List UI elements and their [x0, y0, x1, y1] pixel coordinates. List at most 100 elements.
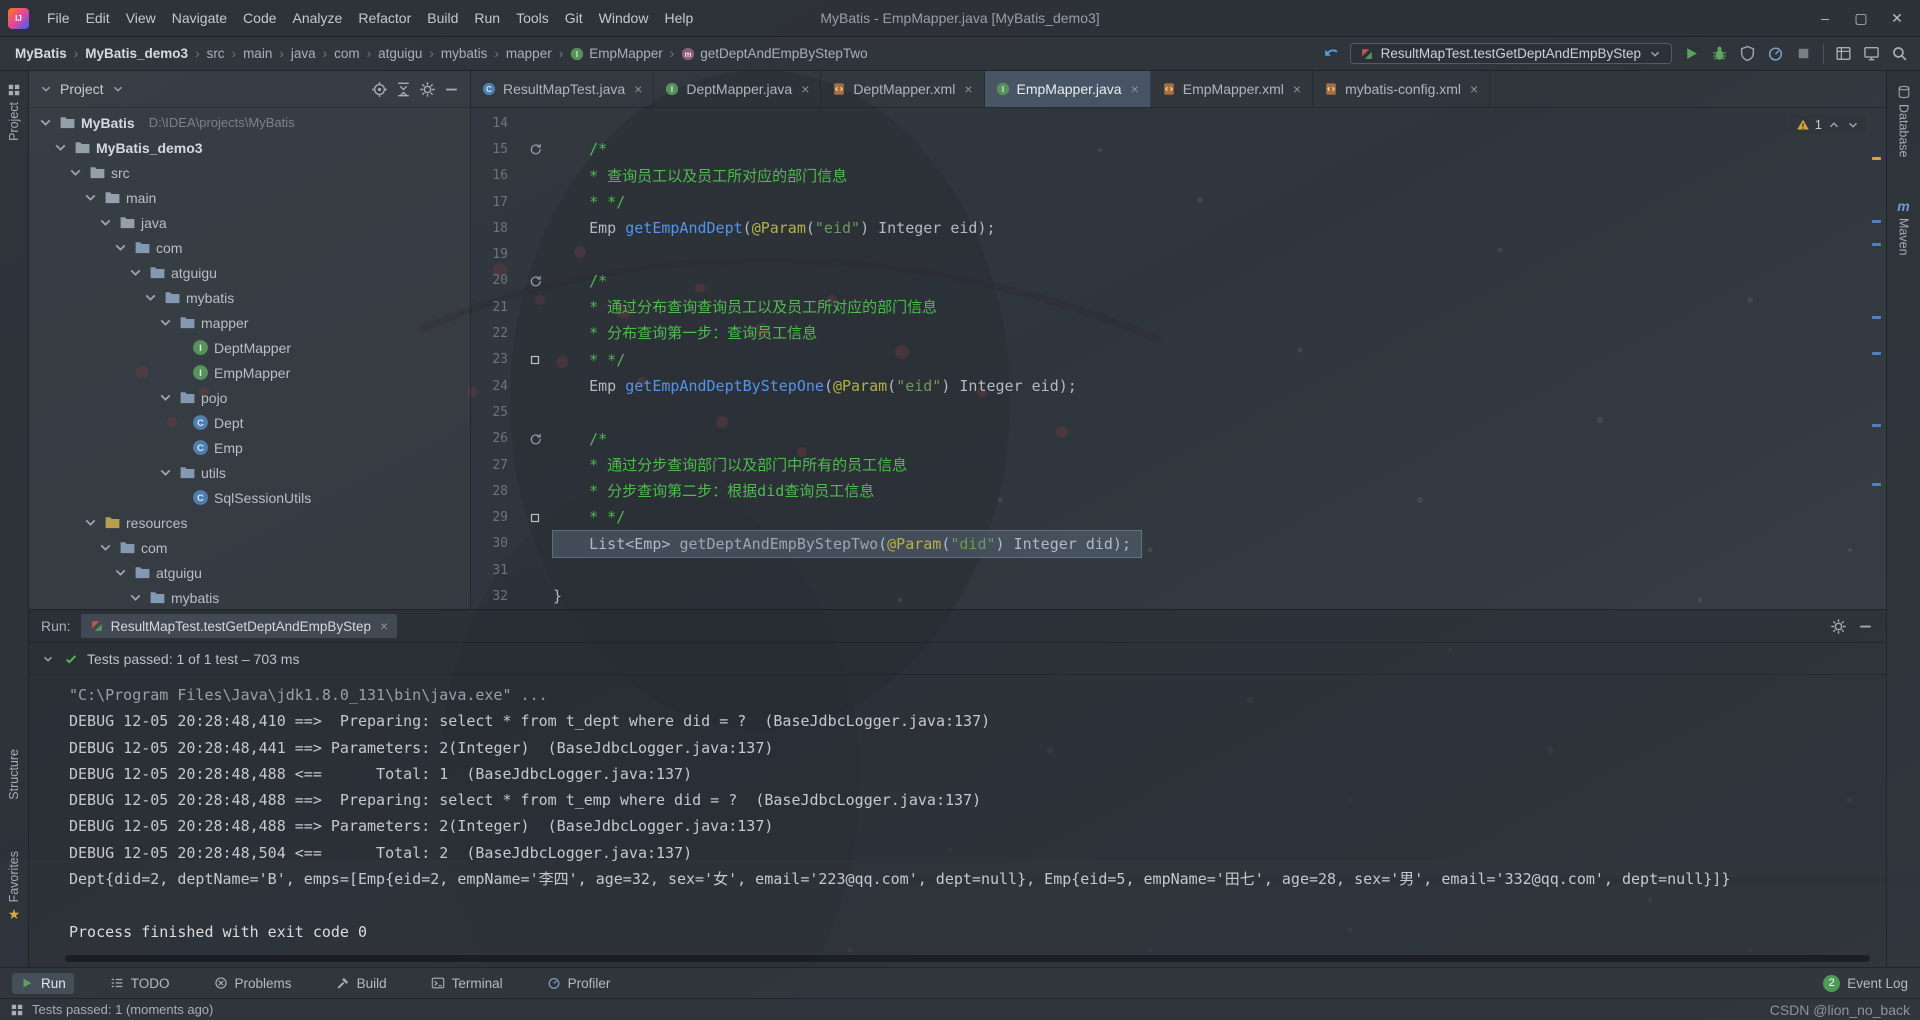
tab-EmpMapper.java[interactable]: IEmpMapper.java×: [985, 71, 1151, 107]
code-line-19[interactable]: 19: [471, 241, 1886, 267]
breadcrumb-item[interactable]: MyBatis_demo3: [82, 44, 191, 63]
code-line-21[interactable]: 21 * 通过分布查询查询员工以及员工所对应的部门信息: [471, 294, 1886, 320]
code-line-27[interactable]: 27 * 通过分步查询部门以及部门中所有的员工信息: [471, 452, 1886, 478]
debug-button[interactable]: [1711, 45, 1728, 62]
toolwindow-terminal[interactable]: Terminal: [423, 973, 511, 994]
tree-item-pojo[interactable]: pojo: [29, 385, 470, 410]
status-message[interactable]: Tests passed: 1 (moments ago): [32, 1002, 213, 1017]
run-tab[interactable]: ResultMapTest.testGetDeptAndEmpByStep ×: [81, 614, 398, 638]
close-icon[interactable]: ×: [1131, 81, 1139, 97]
breadcrumb-item[interactable]: com: [331, 44, 363, 63]
menu-refactor[interactable]: Refactor: [350, 6, 419, 30]
tree-item-resources[interactable]: resources: [29, 510, 470, 535]
run-button[interactable]: [1683, 45, 1700, 62]
code-line-25[interactable]: 25: [471, 399, 1886, 425]
inspection-widget[interactable]: 1: [1790, 115, 1866, 134]
menu-file[interactable]: File: [39, 6, 78, 30]
event-log[interactable]: 2Event Log: [1823, 975, 1908, 992]
horizontal-scrollbar[interactable]: [65, 955, 1870, 962]
tab-ResultMapTest.java[interactable]: CResultMapTest.java×: [471, 71, 654, 107]
menu-code[interactable]: Code: [235, 6, 284, 30]
tree-item-main[interactable]: main: [29, 185, 470, 210]
code-line-15[interactable]: 15 /*: [471, 136, 1886, 162]
close-icon[interactable]: ×: [1470, 81, 1478, 97]
tree-item-mybatis[interactable]: mybatis: [29, 285, 470, 310]
chevron-up-icon[interactable]: [1827, 118, 1841, 132]
stripe-database[interactable]: Database: [1887, 85, 1920, 158]
layout-button[interactable]: [1835, 45, 1852, 62]
console-line[interactable]: DEBUG 12-05 20:28:48,441 ==> Parameters:…: [69, 735, 1886, 761]
tree-item-mapper[interactable]: mapper: [29, 310, 470, 335]
close-icon[interactable]: ×: [801, 81, 809, 97]
breadcrumb-item[interactable]: mybatis: [438, 44, 491, 63]
breadcrumb-item[interactable]: java: [288, 44, 319, 63]
capture-button[interactable]: [1863, 45, 1880, 62]
toolwindow-problems[interactable]: Problems: [206, 973, 300, 994]
code-line-22[interactable]: 22 * 分布查询第一步：查询员工信息: [471, 320, 1886, 346]
breadcrumb-item[interactable]: main: [240, 44, 275, 63]
toolwindow-run[interactable]: Run: [12, 973, 74, 994]
tree-item-mybatis[interactable]: mybatis: [29, 585, 470, 609]
gear-icon[interactable]: [419, 81, 436, 98]
coverage-button[interactable]: [1739, 45, 1756, 62]
console-line[interactable]: Process finished with exit code 0: [69, 919, 1886, 945]
chevron-down-icon[interactable]: [39, 82, 53, 96]
console-line[interactable]: DEBUG 12-05 20:28:48,488 <== Total: 1 (B…: [69, 761, 1886, 787]
scrollbar-marks[interactable]: [1872, 148, 1882, 601]
tab-mybatis-config.xml[interactable]: mybatis-config.xml×: [1313, 71, 1490, 107]
code-line-31[interactable]: 31: [471, 557, 1886, 583]
tree-item-utils[interactable]: utils: [29, 460, 470, 485]
breadcrumb-item[interactable]: mapper: [503, 44, 555, 63]
menu-run[interactable]: Run: [466, 6, 508, 30]
console-line[interactable]: DEBUG 12-05 20:28:48,488 ==> Preparing: …: [69, 787, 1886, 813]
console-line[interactable]: "C:\Program Files\Java\jdk1.8.0_131\bin\…: [69, 682, 1886, 708]
toolwindow-build[interactable]: Build: [328, 973, 395, 994]
tree-item-atguigu[interactable]: atguigu: [29, 260, 470, 285]
chevron-down-icon[interactable]: [41, 652, 55, 666]
stripe-project[interactable]: Project: [0, 83, 28, 141]
tree-item-com[interactable]: com: [29, 235, 470, 260]
tab-EmpMapper.xml[interactable]: EmpMapper.xml×: [1151, 71, 1313, 107]
tree-item-SqlSessionUtils[interactable]: CSqlSessionUtils: [29, 485, 470, 510]
breadcrumb-item[interactable]: atguigu: [375, 44, 425, 63]
close-icon[interactable]: ×: [1293, 81, 1301, 97]
close-icon[interactable]: ✕: [1882, 6, 1912, 30]
code-line-26[interactable]: 26 /*: [471, 426, 1886, 452]
tree-item-Emp[interactable]: CEmp: [29, 435, 470, 460]
menu-view[interactable]: View: [118, 6, 164, 30]
run-console[interactable]: "C:\Program Files\Java\jdk1.8.0_131\bin\…: [29, 675, 1886, 967]
hide-panel-icon[interactable]: [1857, 618, 1874, 635]
code-line-28[interactable]: 28 * 分步查询第二步：根据did查询员工信息: [471, 478, 1886, 504]
menu-help[interactable]: Help: [656, 6, 701, 30]
stripe-structure[interactable]: Structure: [0, 749, 28, 800]
search-icon[interactable]: [1891, 45, 1908, 62]
menu-tools[interactable]: Tools: [508, 6, 557, 30]
menu-git[interactable]: Git: [557, 6, 591, 30]
breadcrumb-item[interactable]: IEmpMapper: [567, 44, 666, 63]
tab-DeptMapper.xml[interactable]: DeptMapper.xml×: [821, 71, 984, 107]
console-line[interactable]: [69, 892, 1886, 918]
locate-file-icon[interactable]: [371, 81, 388, 98]
console-line[interactable]: DEBUG 12-05 20:28:48,504 <== Total: 2 (B…: [69, 840, 1886, 866]
console-line[interactable]: Dept{did=2, deptName='B', emps=[Emp{eid=…: [69, 866, 1886, 892]
navigate-back-icon[interactable]: [1322, 45, 1339, 62]
tree-item-MyBatis[interactable]: MyBatisD:\IDEA\projects\MyBatis: [29, 110, 470, 135]
menu-analyze[interactable]: Analyze: [285, 6, 351, 30]
console-line[interactable]: DEBUG 12-05 20:28:48,488 ==> Parameters:…: [69, 813, 1886, 839]
console-line[interactable]: DEBUG 12-05 20:28:48,410 ==> Preparing: …: [69, 708, 1886, 734]
breadcrumb-item[interactable]: mgetDeptAndEmpByStepTwo: [678, 44, 870, 63]
code-editor[interactable]: 1415 /*16 * 查询员工以及员工所对应的部门信息17 * */18 Em…: [471, 108, 1886, 609]
tree-item-MyBatis_demo3[interactable]: MyBatis_demo3: [29, 135, 470, 160]
code-line-18[interactable]: 18 Emp getEmpAndDept(@Param("eid") Integ…: [471, 215, 1886, 241]
code-line-14[interactable]: 14: [471, 110, 1886, 136]
stripe-maven[interactable]: m Maven: [1887, 199, 1920, 256]
toolwindow-profiler[interactable]: Profiler: [539, 973, 619, 994]
menu-navigate[interactable]: Navigate: [164, 6, 235, 30]
code-line-17[interactable]: 17 * */: [471, 189, 1886, 215]
breadcrumb-item[interactable]: MyBatis: [12, 44, 70, 63]
code-line-16[interactable]: 16 * 查询员工以及员工所对应的部门信息: [471, 163, 1886, 189]
collapse-all-icon[interactable]: [395, 81, 412, 98]
code-line-20[interactable]: 20 /*: [471, 268, 1886, 294]
menu-build[interactable]: Build: [419, 6, 466, 30]
stripe-favorites[interactable]: Favorites ★: [0, 851, 28, 921]
